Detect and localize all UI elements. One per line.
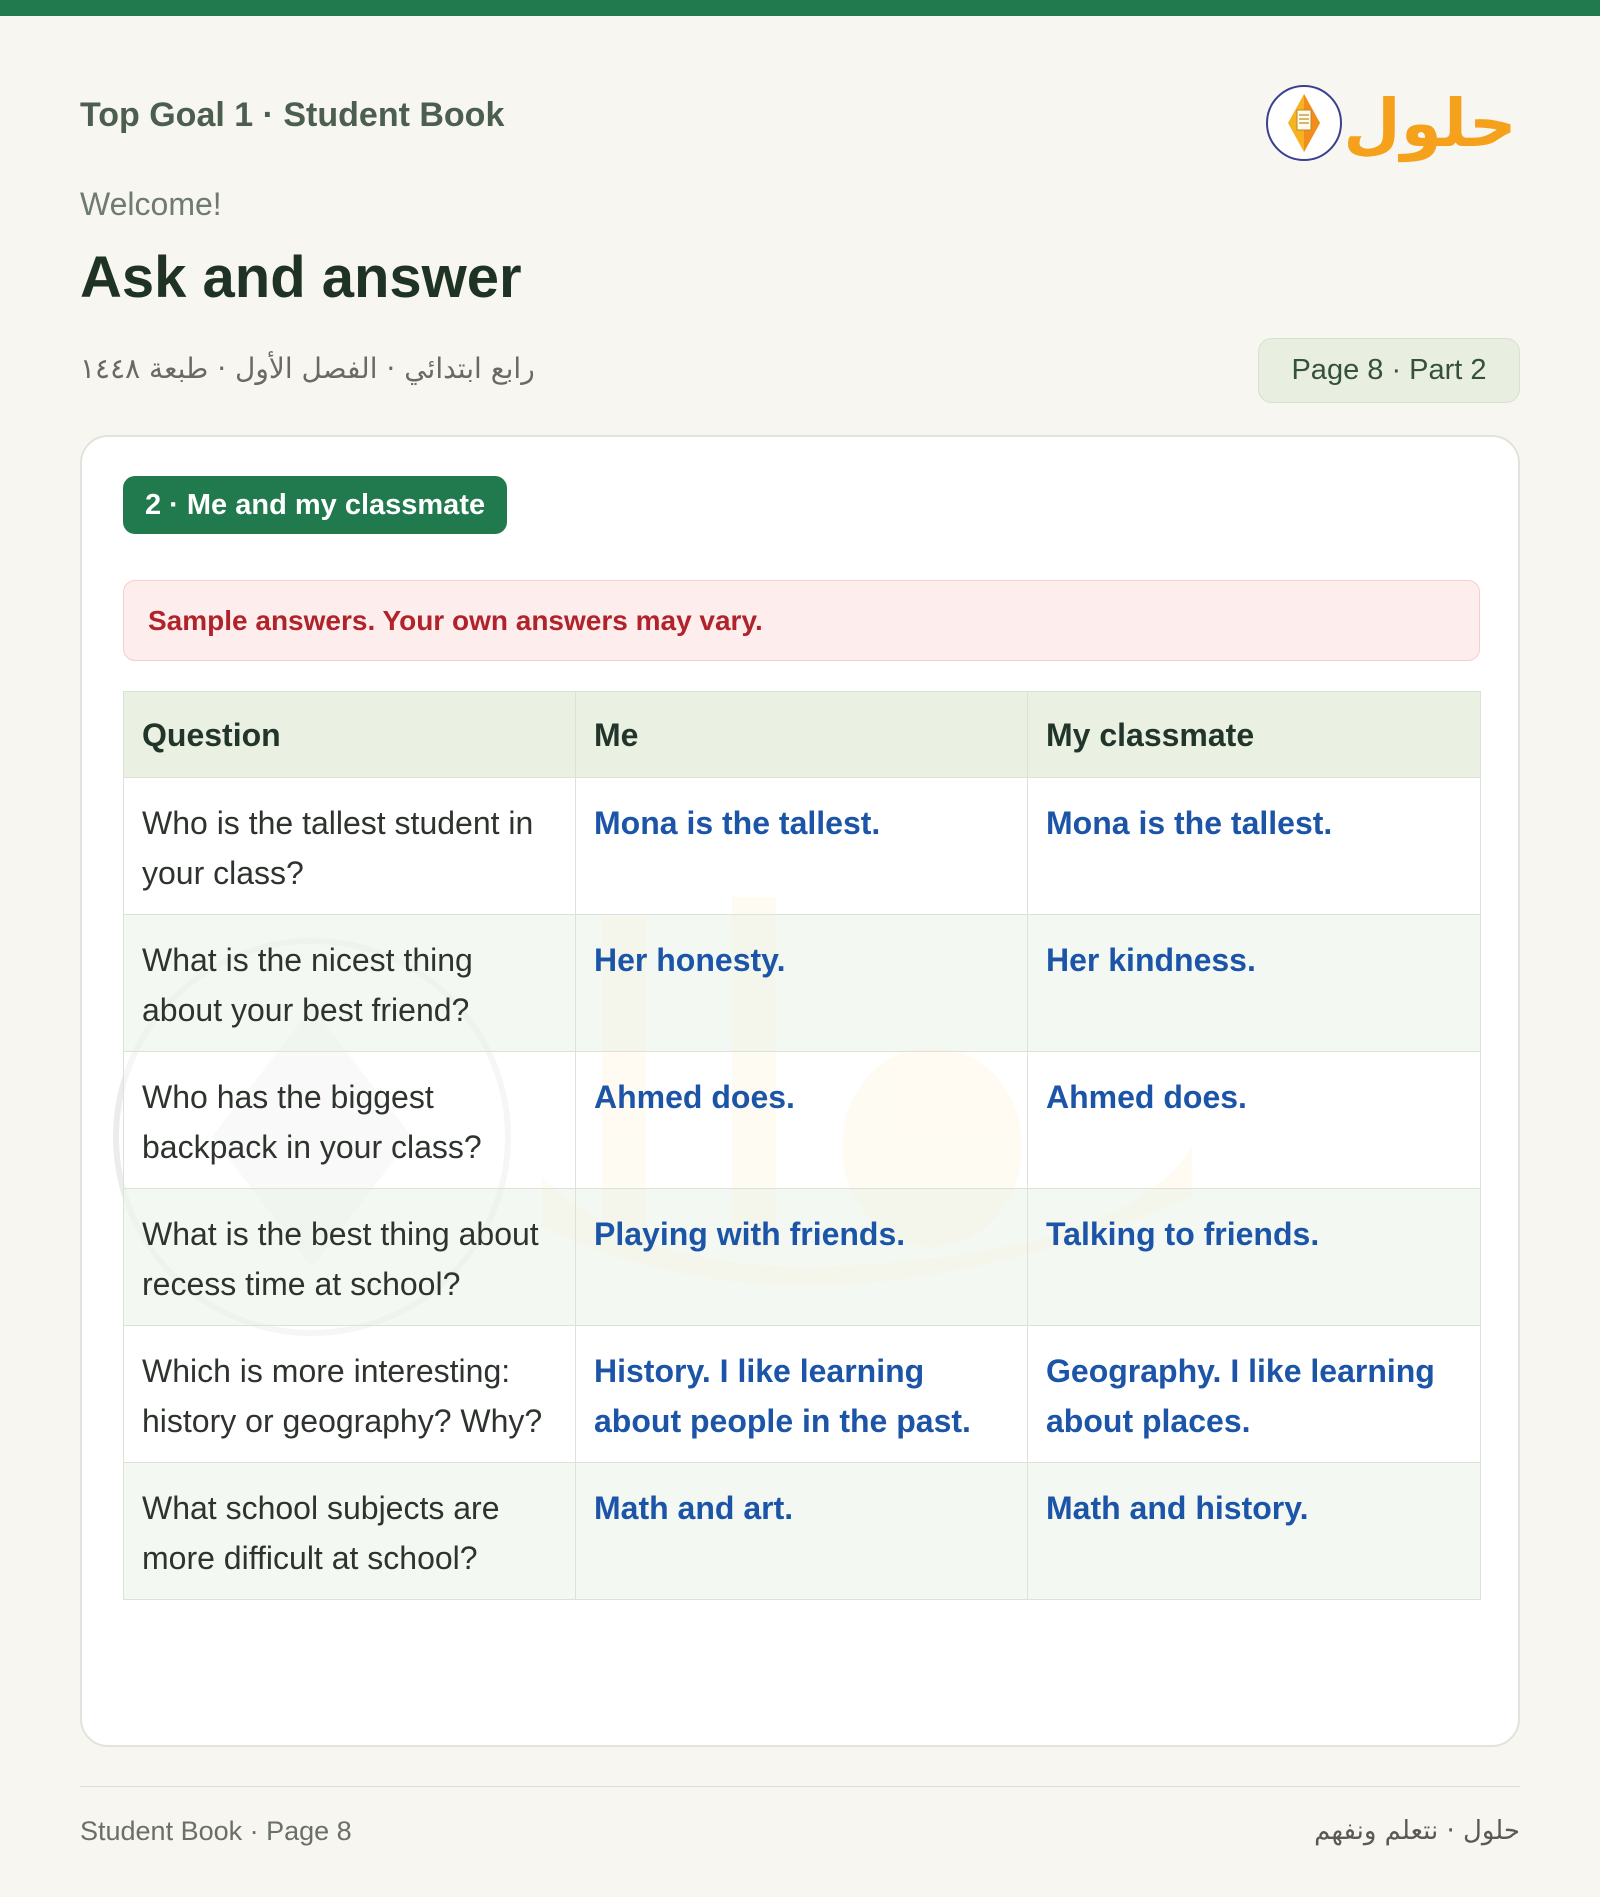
top-accent-strip — [0, 0, 1600, 16]
question-cell: Which is more interesting: history or ge… — [123, 1325, 576, 1463]
table-row: What is the nicest thing about your best… — [123, 914, 1481, 1052]
question-cell: Who is the tallest student in your class… — [123, 777, 576, 915]
grade-meta: رابع ابتدائي · الفصل الأول · طبعة ١٤٤٨ — [80, 352, 535, 385]
header-me: Me — [575, 691, 1028, 778]
table-row: Who is the tallest student in your class… — [123, 777, 1481, 915]
classmate-answer-cell: Her kindness. — [1027, 914, 1481, 1052]
me-answer-cell: Math and art. — [575, 1462, 1028, 1600]
me-answer-cell: History. I like learning about people in… — [575, 1325, 1028, 1463]
answers-table: Question Me My classmate Who is the tall… — [123, 691, 1481, 1600]
classmate-answer-cell: Talking to friends. — [1027, 1188, 1481, 1326]
classmate-answer-cell: Math and history. — [1027, 1462, 1481, 1600]
book-title: Top Goal 1 · Student Book — [80, 96, 505, 134]
classmate-answer-cell: Ahmed does. — [1027, 1051, 1481, 1189]
header-question: Question — [123, 691, 576, 778]
welcome-text: Welcome! — [80, 186, 222, 222]
me-answer-cell: Ahmed does. — [575, 1051, 1028, 1189]
footer-tagline: حلول · نتعلم ونفهم — [1314, 1816, 1520, 1846]
header-classmate: My classmate — [1027, 691, 1481, 778]
section-label: 2 · Me and my classmate — [123, 476, 508, 534]
footer-divider — [80, 1786, 1520, 1787]
hulul-logo: حلول — [1266, 85, 1517, 163]
exercise-card: 2 · Me and my classmate Sample answers. … — [80, 435, 1520, 1747]
page-header: Top Goal 1 · Student Book حلول — [80, 85, 1520, 172]
table-row: Who has the biggest backpack in your cla… — [123, 1051, 1481, 1189]
footer-page-label: Student Book · Page 8 — [80, 1816, 352, 1846]
table-row: What school subjects are more difficult … — [123, 1462, 1481, 1600]
sample-answers-note: Sample answers. Your own answers may var… — [123, 580, 1480, 661]
page-badge: Page 8 · Part 2 — [1258, 338, 1520, 403]
table-row: What is the best thing about recess time… — [123, 1188, 1481, 1326]
table-header-row: Question Me My classmate — [123, 691, 1481, 778]
logo-text: حلول — [1343, 85, 1516, 163]
question-cell: What is the best thing about recess time… — [123, 1188, 576, 1326]
classmate-answer-cell: Mona is the tallest. — [1027, 777, 1481, 915]
me-answer-cell: Mona is the tallest. — [575, 777, 1028, 915]
page-title: Ask and answer — [80, 245, 522, 310]
me-answer-cell: Playing with friends. — [575, 1188, 1028, 1326]
question-cell: What is the nicest thing about your best… — [123, 914, 576, 1052]
question-cell: What school subjects are more difficult … — [123, 1462, 576, 1600]
me-answer-cell: Her honesty. — [575, 914, 1028, 1052]
table-row: Which is more interesting: history or ge… — [123, 1325, 1481, 1463]
question-cell: Who has the biggest backpack in your cla… — [123, 1051, 576, 1189]
classmate-answer-cell: Geography. I like learning about places. — [1027, 1325, 1481, 1463]
